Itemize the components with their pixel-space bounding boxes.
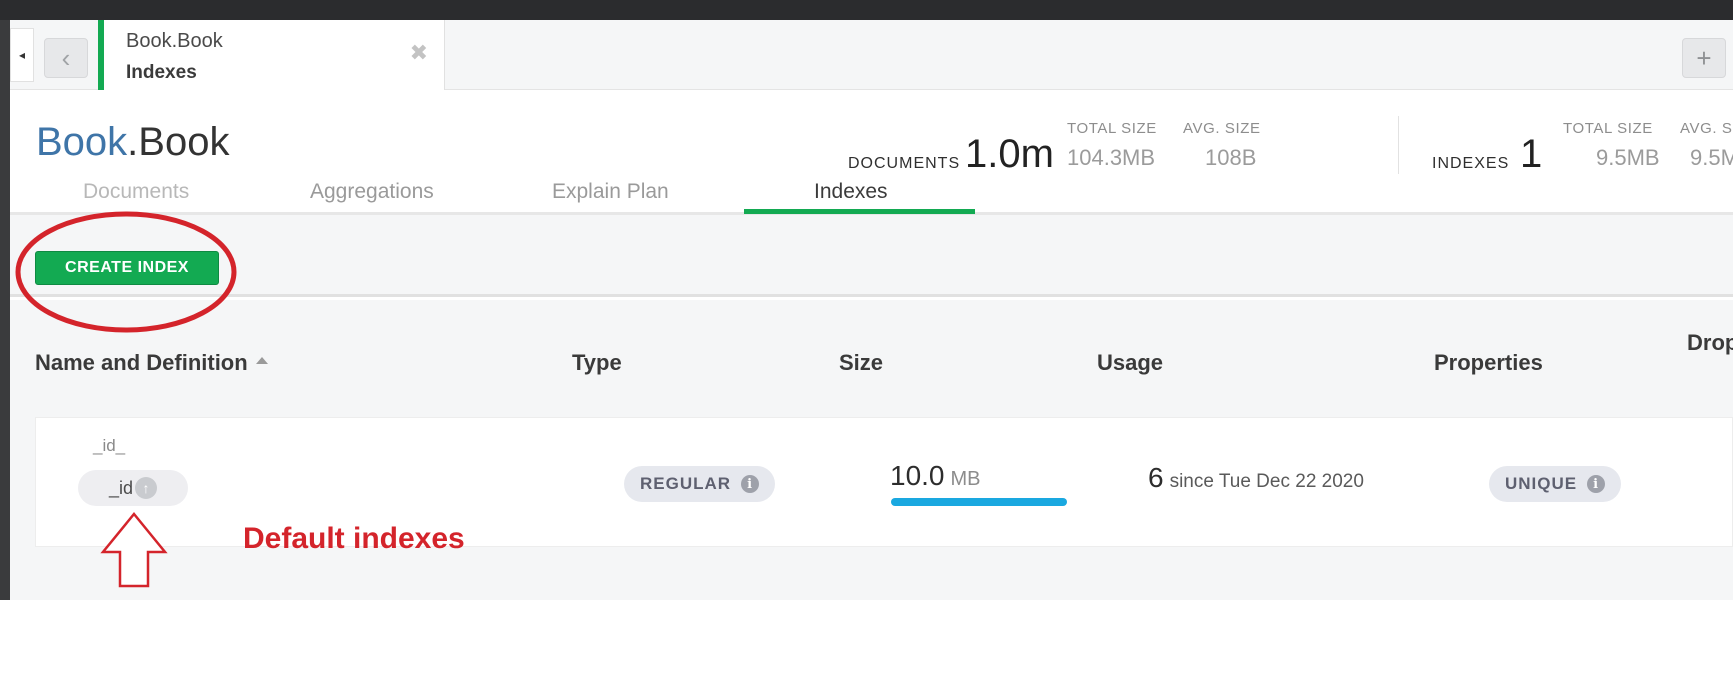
index-size: 10.0 MB — [890, 460, 981, 492]
database-name: Book — [36, 120, 128, 164]
header-name-and-definition[interactable]: Name and Definition — [35, 350, 268, 376]
sort-ascending-icon — [255, 356, 268, 364]
index-name: _id_ — [93, 436, 126, 455]
size-number: 10.0 — [890, 460, 945, 491]
doc-total-size-label: TOTAL SIZE — [1067, 120, 1157, 137]
arrow-up-icon: ↑ — [135, 477, 158, 499]
idx-avg-size-label: AVG. S — [1680, 120, 1733, 137]
chevron-left-icon: ‹ — [61, 42, 71, 73]
back-button[interactable]: ‹ — [44, 38, 88, 78]
size-bar — [891, 498, 1067, 506]
plus-icon: + — [1696, 42, 1712, 73]
default-indexes-annotation: Default indexes — [243, 522, 465, 555]
compass-app: ◂ ‹ Book.Book Indexes ✖ + Book.Book DOCU… — [10, 20, 1733, 600]
tab-documents[interactable]: Documents — [83, 180, 189, 204]
active-tab-underline — [744, 209, 975, 214]
collection-title: Book.Book — [36, 120, 229, 165]
info-icon[interactable]: i — [1587, 475, 1606, 493]
tab-subtitle: Indexes — [126, 62, 197, 83]
header-usage[interactable]: Usage — [1097, 350, 1163, 376]
header-name-label: Name and Definition — [35, 350, 248, 375]
close-icon[interactable]: ✖ — [410, 40, 428, 66]
header-size[interactable]: Size — [839, 350, 883, 376]
window-left-edge — [0, 20, 10, 600]
screenshot-root: ◂ ‹ Book.Book Indexes ✖ + Book.Book DOCU… — [0, 0, 1733, 695]
create-index-button[interactable]: CREATE INDEX — [35, 251, 219, 285]
info-icon[interactable]: i — [741, 475, 760, 493]
property-label: UNIQUE — [1505, 474, 1578, 493]
caret-left-icon: ◂ — [18, 48, 26, 62]
new-tab-button[interactable]: + — [1682, 38, 1726, 78]
idx-total-size-label: TOTAL SIZE — [1563, 120, 1653, 137]
collection-tab[interactable]: Book.Book Indexes ✖ — [98, 20, 445, 90]
window-top-strip — [0, 0, 1733, 20]
collection-subtabs: Documents Aggregations Explain Plan Inde… — [10, 165, 1733, 215]
index-usage: 6 since Tue Dec 22 2020 — [1148, 462, 1364, 494]
usage-count: 6 — [1148, 462, 1164, 493]
collection-name: Book — [138, 120, 230, 164]
tab-scroll-left-button[interactable]: ◂ — [10, 28, 34, 82]
type-badge[interactable]: REGULAR i — [624, 466, 776, 502]
header-type[interactable]: Type — [572, 350, 622, 376]
usage-since: since Tue Dec 22 2020 — [1169, 471, 1364, 492]
size-unit: MB — [950, 468, 981, 490]
header-properties[interactable]: Properties — [1434, 350, 1543, 376]
doc-avg-size-label: AVG. SIZE — [1183, 120, 1261, 137]
type-label: REGULAR — [640, 474, 732, 493]
tab-indexes[interactable]: Indexes — [814, 180, 888, 204]
header-drop[interactable]: Drop — [1687, 330, 1733, 356]
index-field-pill: _id ↑ — [78, 470, 188, 506]
tab-aggregations[interactable]: Aggregations — [310, 180, 434, 204]
tab-title: Book.Book — [126, 30, 223, 52]
index-field-name: _id — [108, 477, 134, 498]
indexes-toolbar: CREATE INDEX — [10, 215, 1733, 297]
tab-explain-plan[interactable]: Explain Plan — [552, 180, 669, 204]
title-separator: . — [127, 120, 139, 164]
tab-bar: ◂ ‹ Book.Book Indexes ✖ + — [10, 20, 1733, 90]
property-badge[interactable]: UNIQUE i — [1489, 466, 1622, 502]
